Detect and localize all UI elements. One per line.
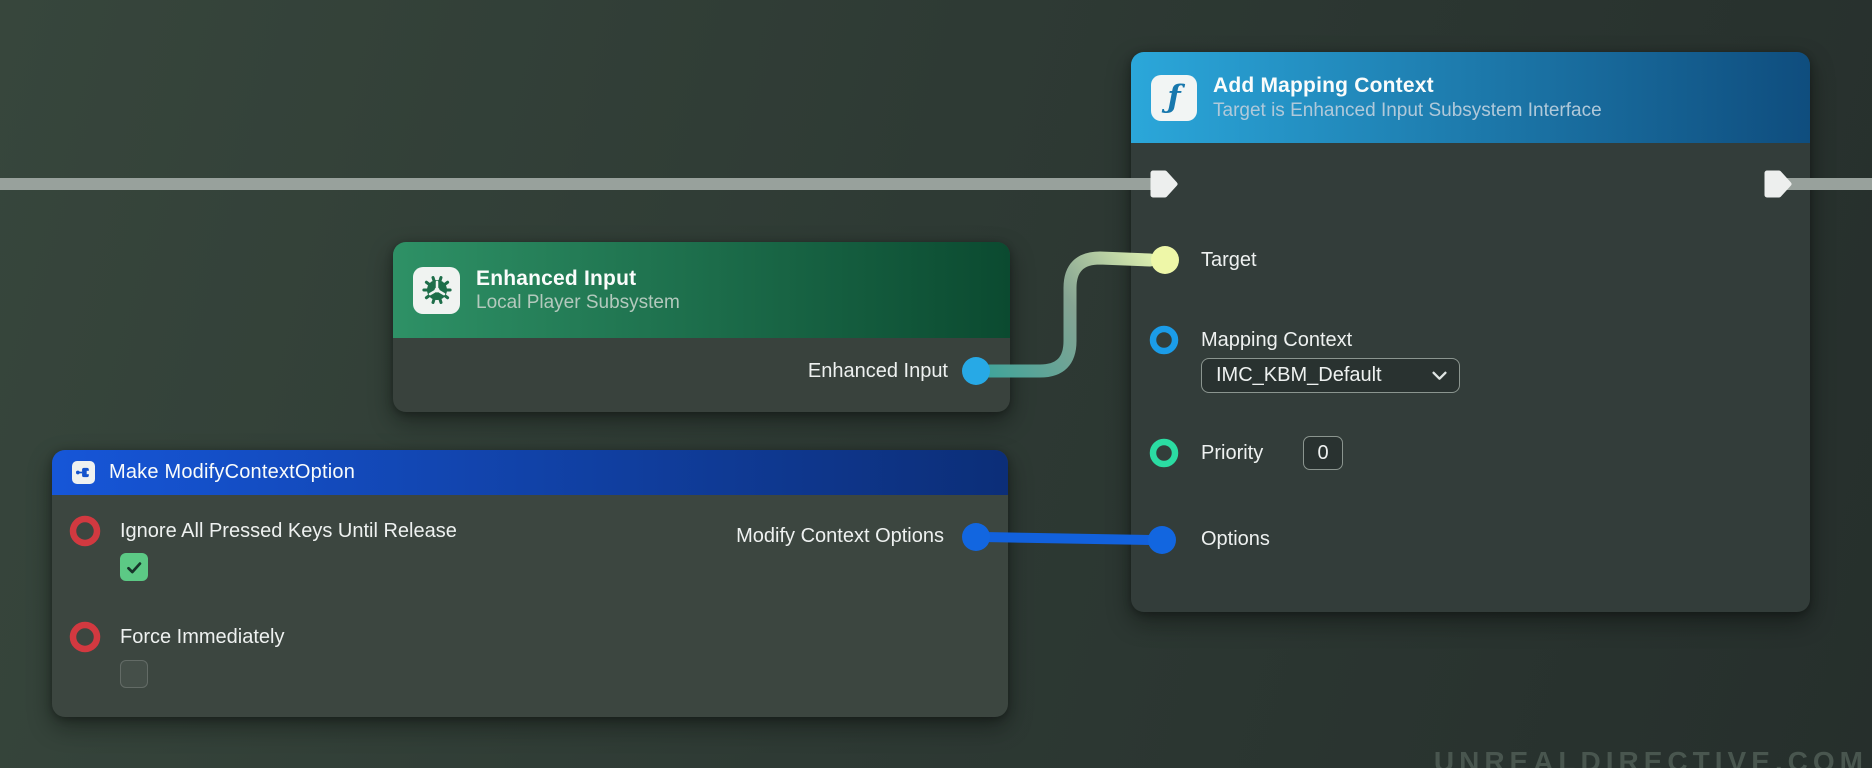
priority-input[interactable]: 0 — [1303, 436, 1343, 470]
watermark: UNREALDIRECTIVE.COM — [1434, 746, 1868, 768]
pin-label-priority: Priority — [1201, 441, 1263, 465]
struct-icon — [72, 461, 95, 484]
pin-label-ignore-all-pressed-keys: Ignore All Pressed Keys Until Release — [120, 519, 457, 543]
node-title: Enhanced Input — [476, 266, 680, 292]
exec-wire-in — [0, 178, 1160, 190]
node-header-enhanced-input[interactable]: Enhanced Input Local Player Subsystem — [393, 242, 1010, 338]
gear-icon — [413, 267, 460, 314]
node-add-mapping-context[interactable]: ƒ Add Mapping Context Target is Enhanced… — [1131, 52, 1810, 612]
node-enhanced-input-subsystem[interactable]: Enhanced Input Local Player Subsystem En… — [393, 242, 1010, 412]
pin-enhanced-input-output[interactable] — [962, 357, 990, 385]
mapping-context-dropdown-value: IMC_KBM_Default — [1216, 364, 1382, 387]
node-make-modify-context-option[interactable]: Make ModifyContextOption Ignore All Pres… — [52, 450, 1008, 717]
node-header-add-mapping-context[interactable]: ƒ Add Mapping Context Target is Enhanced… — [1131, 52, 1810, 143]
wire-modify-context-options-to-options — [983, 537, 1151, 540]
checkbox-ignore-all-pressed-keys[interactable] — [120, 553, 148, 581]
chevron-down-icon — [1432, 371, 1447, 381]
pin-modify-context-options-output[interactable] — [962, 523, 990, 551]
pin-target[interactable] — [1151, 246, 1179, 274]
pin-label-mapping-context: Mapping Context — [1201, 328, 1352, 352]
pin-label-force-immediately: Force Immediately — [120, 625, 285, 649]
priority-value: 0 — [1317, 442, 1328, 465]
node-title: Make ModifyContextOption — [109, 460, 355, 484]
function-icon: ƒ — [1151, 75, 1197, 121]
blueprint-graph-canvas[interactable]: Enhanced Input Local Player Subsystem En… — [0, 0, 1872, 768]
pin-options[interactable] — [1148, 526, 1176, 554]
node-title: Add Mapping Context — [1213, 73, 1602, 99]
node-subtitle: Local Player Subsystem — [476, 291, 680, 314]
pin-label-enhanced-input-output: Enhanced Input — [808, 359, 948, 383]
node-header-make-modify-context-option[interactable]: Make ModifyContextOption — [52, 450, 1008, 495]
pin-label-target: Target — [1201, 248, 1257, 272]
mapping-context-dropdown[interactable]: IMC_KBM_Default — [1201, 358, 1460, 393]
node-subtitle: Target is Enhanced Input Subsystem Inter… — [1213, 99, 1602, 122]
pin-label-options: Options — [1201, 527, 1270, 551]
checkbox-force-immediately[interactable] — [120, 660, 148, 688]
check-icon — [123, 556, 145, 578]
pin-label-modify-context-options: Modify Context Options — [736, 524, 944, 548]
